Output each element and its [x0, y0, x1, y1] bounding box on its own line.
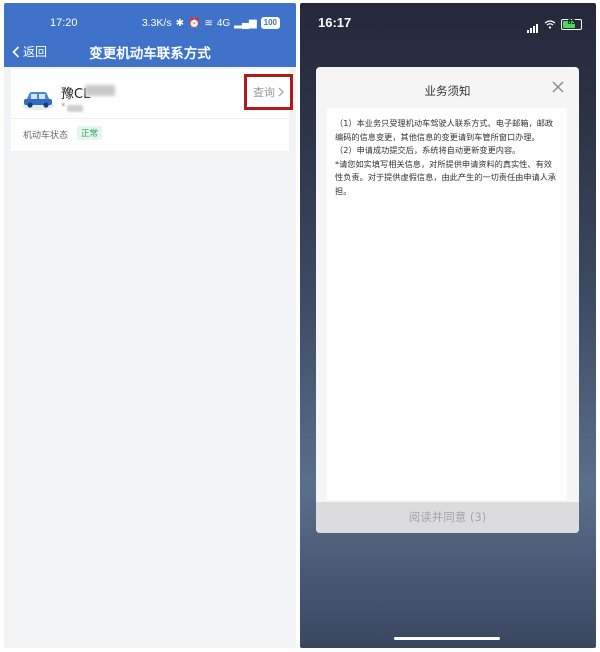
car-icon	[22, 92, 54, 110]
plate-redacted	[85, 85, 115, 96]
battery-icon: 83	[561, 18, 582, 30]
status-badge: 正常	[77, 126, 103, 140]
vehicle-status-label: 机动车状态	[23, 131, 69, 141]
notice-content: （1）本业务只受理机动车驾驶人联系方式、电子邮箱，邮政编码的信息变更，其他信息的…	[327, 108, 567, 500]
notice-paragraph-1: （1）本业务只受理机动车驾驶人联系方式、电子邮箱，邮政编码的信息变更，其他信息的…	[335, 118, 554, 142]
wifi-icon	[544, 19, 556, 29]
status-icons-ios: 83	[527, 15, 582, 33]
network-speed: 3.3K/s	[141, 17, 172, 29]
status-time: 17:20	[50, 17, 78, 29]
signal-icon: ▂▄▆	[234, 17, 257, 29]
left-phone-screen: 17:20 3.3K/s ✱ ⏰ ≋ 4G ▂▄▆ 100 返回 变更机动车联系…	[4, 3, 296, 648]
status-right: 3.3K/s ✱ ⏰ ≋ 4G ▂▄▆ 100	[142, 17, 280, 29]
alarm-icon: ⏰	[187, 17, 201, 29]
modal-title: 业务须知	[424, 84, 471, 98]
battery-icon: 100	[260, 17, 280, 29]
status-time-ios: 16:17	[318, 15, 352, 30]
vehicle-card: 豫CL * 查询 机动车状态 正常	[11, 69, 293, 151]
sub-redacted	[67, 105, 83, 112]
query-label: 查询	[253, 86, 275, 99]
query-button[interactable]: 查询	[244, 74, 293, 110]
wifi-icon: ≋	[204, 17, 213, 29]
network-type: 4G	[216, 17, 231, 29]
close-icon[interactable]	[551, 80, 565, 94]
status-bar: 17:20 3.3K/s ✱ ⏰ ≋ 4G ▂▄▆ 100	[4, 3, 296, 36]
plate-sub-prefix: *	[61, 102, 66, 112]
nav-bar: 返回 变更机动车联系方式	[4, 36, 296, 67]
notice-paragraph-2: （2）申请成功提交后，系统将自动更新变更内容。	[335, 145, 521, 155]
chevron-right-icon	[278, 87, 284, 97]
notice-paragraph-3: *请您如实填写相关信息，对所提供申请资料的真实性、有效性负责。对于提供虚假信息，…	[335, 158, 557, 196]
home-indicator[interactable]	[394, 637, 500, 640]
agree-button[interactable]: 阅读并同意 (3)	[316, 502, 579, 533]
notice-modal: 业务须知 （1）本业务只受理机动车驾驶人联系方式、电子邮箱，邮政编码的信息变更，…	[316, 67, 579, 533]
divider	[11, 118, 289, 119]
page-title: 变更机动车联系方式	[89, 46, 211, 62]
status-bar-ios: 16:17 83	[300, 3, 596, 35]
bluetooth-icon: ✱	[175, 17, 184, 29]
right-phone-screen: 16:17 83 业务须知 （1）本业务只受理机动车驾驶人联系方式、电子邮箱，邮…	[300, 3, 596, 648]
signal-icon	[527, 15, 539, 33]
